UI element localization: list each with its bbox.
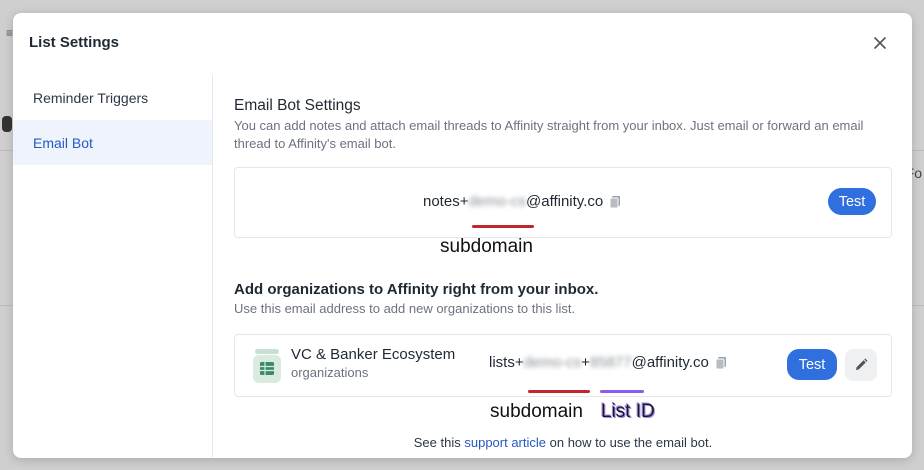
pencil-icon — [856, 358, 868, 370]
email-domain: @affinity.co — [631, 354, 709, 371]
list-sheet-icon — [252, 349, 282, 383]
modal-title: List Settings — [29, 34, 120, 51]
notes-email-address: notes+ demo-cs @affinity.co — [423, 193, 621, 210]
sidebar-item-reminder-triggers[interactable]: Reminder Triggers — [13, 75, 212, 120]
email-domain: @affinity.co — [526, 193, 604, 210]
email-subdomain: demo-cs — [468, 193, 526, 210]
subdomain-underline — [528, 390, 590, 393]
email-bot-panel: Email Bot Settings You can add notes and… — [234, 75, 892, 458]
edit-button[interactable] — [845, 349, 877, 381]
organizations-email-card: VC & Banker Ecosystem organizations list… — [234, 334, 892, 397]
copy-icon[interactable] — [609, 195, 621, 209]
footer-suffix: on how to use the email bot. — [546, 435, 713, 450]
backdrop-menu-icon: ≡ — [6, 26, 14, 40]
email-bot-description: You can add notes and attach email threa… — [234, 118, 864, 151]
list-id-annotation: List ID — [601, 401, 655, 422]
sidebar-item-email-bot[interactable]: Email Bot — [13, 120, 212, 165]
notes-email-card: notes+ demo-cs @affinity.co Test — [234, 167, 892, 238]
footer-prefix: See this — [413, 435, 465, 450]
email-plus: + — [581, 354, 590, 371]
email-prefix: notes+ — [423, 193, 469, 210]
subdomain-annotation: subdomain — [490, 401, 583, 422]
list-name: VC & Banker Ecosystem — [291, 346, 456, 363]
settings-sidebar: Reminder Triggers Email Bot — [13, 75, 213, 458]
lists-test-button[interactable]: Test — [787, 349, 837, 380]
backdrop-avatar — [2, 116, 12, 132]
lists-email-address: lists+ demo-cs + 85877 @affinity.co — [489, 354, 727, 371]
email-list-id: 85877 — [589, 354, 632, 371]
sidebar-item-label: Email Bot — [33, 134, 93, 151]
help-footer: See this support article on how to use t… — [234, 435, 892, 450]
organizations-description: Use this email address to add new organi… — [234, 301, 576, 316]
email-subdomain: demo-cs — [523, 354, 582, 371]
list-id-underline — [600, 390, 644, 393]
notes-test-button[interactable]: Test — [828, 188, 876, 215]
organizations-title: Add organizations to Affinity right from… — [234, 281, 599, 298]
close-button[interactable] — [870, 33, 890, 53]
subdomain-annotation: subdomain — [440, 236, 533, 257]
support-article-link[interactable]: support article — [464, 435, 546, 450]
list-settings-modal: List Settings Reminder Triggers Email Bo… — [13, 13, 912, 458]
list-type: organizations — [291, 365, 369, 380]
subdomain-underline — [472, 225, 534, 228]
sidebar-item-label: Reminder Triggers — [33, 89, 149, 106]
email-prefix: lists+ — [489, 354, 524, 371]
email-bot-title: Email Bot Settings — [234, 97, 361, 114]
copy-icon[interactable] — [715, 356, 727, 370]
close-icon — [874, 37, 886, 49]
